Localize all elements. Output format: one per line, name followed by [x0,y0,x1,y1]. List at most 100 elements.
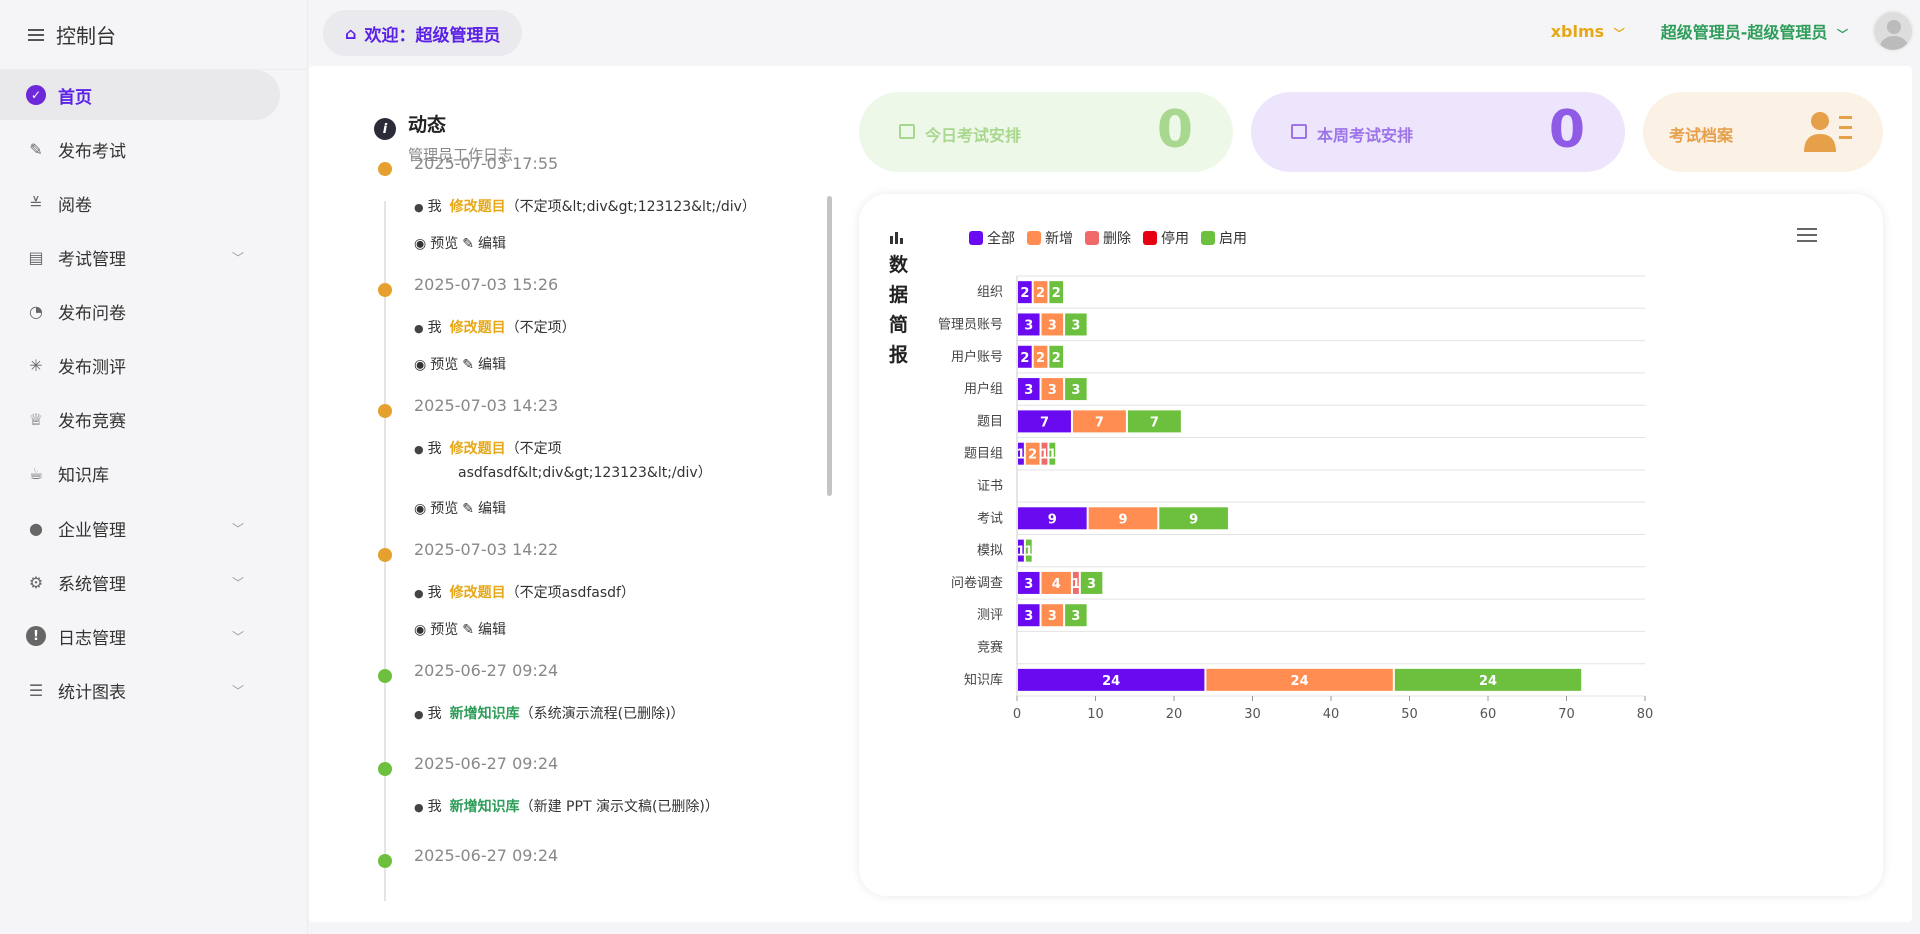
action-label: 修改题目 [449,320,506,336]
edit-link[interactable]: 编辑 [478,357,506,373]
bar-value-label: 9 [1118,512,1127,527]
chart-plot: 0 10 20 30 40 50 60 70 80组织 2 2 2管理员账号 3 3 3用户账号 2 2 2用户组… [938,275,1653,722]
preview-link[interactable]: 预览 [430,501,458,517]
sidebar-item-9[interactable]: ⚙ 系统管理 ﹀ [0,557,280,607]
preview-link[interactable]: 预览 [430,622,458,638]
user-list-icon [1804,112,1852,152]
sidebar-item-1[interactable]: ✎ 发布考试 [0,124,280,174]
x-tick-label: 70 [1558,707,1575,722]
today-exam-label: 今日考试安排 [925,126,1022,145]
sidebar-item-3[interactable]: ▤ 考试管理 ﹀ [0,232,280,282]
sidebar-item-label: 发布问卷 [58,303,126,324]
action-content: （不定项 [505,441,562,457]
sidebar-item-2[interactable]: ≚ 阅卷 [0,178,280,228]
x-tick-label: 40 [1323,707,1340,722]
sidebar-item-11[interactable]: ☰ 统计图表 ﹀ [0,665,280,715]
y-category-label: 管理员账号 [938,317,1003,332]
sidebar-item-6[interactable]: ♕ 发布竞赛 [0,394,280,444]
sidebar-item-label: 发布测评 [58,357,126,378]
bar-value-label: 2 [1036,351,1045,366]
bar-value-label: 4 [1052,577,1061,592]
today-exam-card[interactable]: 今日考试安排 0 [859,92,1233,172]
avatar[interactable] [1872,10,1914,52]
y-category-label: 问卷调查 [951,575,1003,591]
timeline-dot [378,404,392,418]
sidebar-header[interactable]: 控制台 [0,0,307,70]
timeline-dot [378,762,392,776]
week-exam-card[interactable]: 本周考试安排 0 [1251,92,1625,172]
y-category-label: 考试 [977,511,1003,526]
edit-link[interactable]: 编辑 [478,501,506,517]
eye-icon: ◉ [414,501,427,517]
bar-value-label: 2 [1052,351,1061,366]
bar-value-label: 24 [1291,674,1309,689]
bar-value-label: 2 [1028,448,1037,463]
gear-icon: ⚙ [28,572,44,592]
welcome-text: 欢迎：超级管理员 [364,25,501,46]
preview-link[interactable]: 预览 [430,236,458,252]
user-icon: ● [414,587,424,600]
bar-value-label: 9 [1189,512,1198,527]
sidebar-item-label: 发布考试 [58,141,126,162]
sidebar-item-4[interactable]: ◔ 发布问卷 [0,286,280,336]
actor: 我 [427,706,442,722]
sliders-icon: ☰ [28,680,44,700]
y-category-label: 知识库 [964,672,1003,688]
y-category-label: 测评 [977,608,1003,623]
bar-value-label: 1 [1016,448,1025,463]
sidebar-item-5[interactable]: ✳ 发布测评 [0,340,280,390]
bar-value-label: 24 [1479,674,1497,689]
timeline-entry: ● 我新增知识库（新建 PPT 演示文稿(已删除)） [414,796,719,816]
loading-icon: ✳ [29,355,43,375]
y-category-label: 用户账号 [951,349,1003,365]
bar-value-label: 3 [1024,577,1033,592]
y-category-label: 题目组 [964,447,1003,462]
bar-value-label: 3 [1087,577,1096,592]
bar-value-label: 2 [1020,286,1029,301]
exam-archive-card[interactable]: 考试档案 [1643,92,1883,172]
timeline-time: 2025-07-03 17:55 [414,154,559,173]
bar-value-label: 9 [1048,512,1057,527]
timeline-time: 2025-07-03 15:26 [414,275,559,294]
sidebar-item-label: 发布竞赛 [58,411,126,432]
menu-icon[interactable] [28,26,44,44]
bar-value-label: 7 [1095,415,1104,430]
user-name: 超级管理员-超级管理员 [1660,23,1828,42]
edit-link[interactable]: 编辑 [478,622,506,638]
main-content: i 动态 管理员工作日志 2025-07-03 17:55 ● 我修改题目（不定项&… [309,66,1912,922]
edit-link[interactable]: 编辑 [478,236,506,252]
sidebar-item-7[interactable]: ☕ 知识库 [0,448,280,498]
sidebar-item-10[interactable]: ! 日志管理 ﹀ [0,611,280,661]
pencil-icon: ✎ [462,357,474,373]
bar-value-label: 3 [1024,318,1033,333]
site-dropdown[interactable]: xblms ﹀ [1551,22,1625,41]
bar-value-label: 24 [1102,674,1120,689]
action-content: （系统演示流程(已删除)） [519,706,685,722]
week-exam-count: 0 [1548,100,1585,160]
x-tick-label: 30 [1244,707,1261,722]
welcome-tab[interactable]: ⌂ 欢迎：超级管理员 [323,10,523,56]
bar-value-label: 3 [1048,318,1057,333]
y-category-label: 题目 [977,414,1003,429]
timeline-time: 2025-06-27 09:24 [414,661,559,680]
timeline-ops: ◉ 预览 ✎ 编辑 [414,233,510,253]
action-label: 修改题目 [449,441,506,457]
y-category-label: 组织 [977,285,1003,300]
sidebar-item-0[interactable]: ✓ 首页 [0,70,280,120]
timeline-ops: ◉ 预览 ✎ 编辑 [414,619,510,639]
y-category-label: 证书 [977,479,1003,494]
preview-link[interactable]: 预览 [430,357,458,373]
pencil-icon: ✎ [462,236,474,252]
sidebar-item-8[interactable]: ● 企业管理 ﹀ [0,503,280,553]
sidebar: 控制台 ✓ 首页 ✎ 发布考试 ≚ 阅卷 ▤ 考试管理 ﹀ ◔ 发布问卷 ✳ 发布测评 ♕ 发布竞赛 ☕ 知识库… [0,0,308,934]
calendar-icon [899,124,915,139]
scrollbar[interactable] [827,196,832,496]
actor: 我 [427,320,442,336]
chevron-down-icon: ﹀ [231,250,244,265]
sidebar-item-label: 首页 [58,87,92,108]
user-dropdown[interactable]: 超级管理员-超级管理员 ﹀ [1661,19,1848,43]
home-icon: ⌂ [345,23,357,43]
timeline-title: 动态 [408,114,447,136]
actor: 我 [427,585,442,601]
actor: 我 [427,799,442,815]
